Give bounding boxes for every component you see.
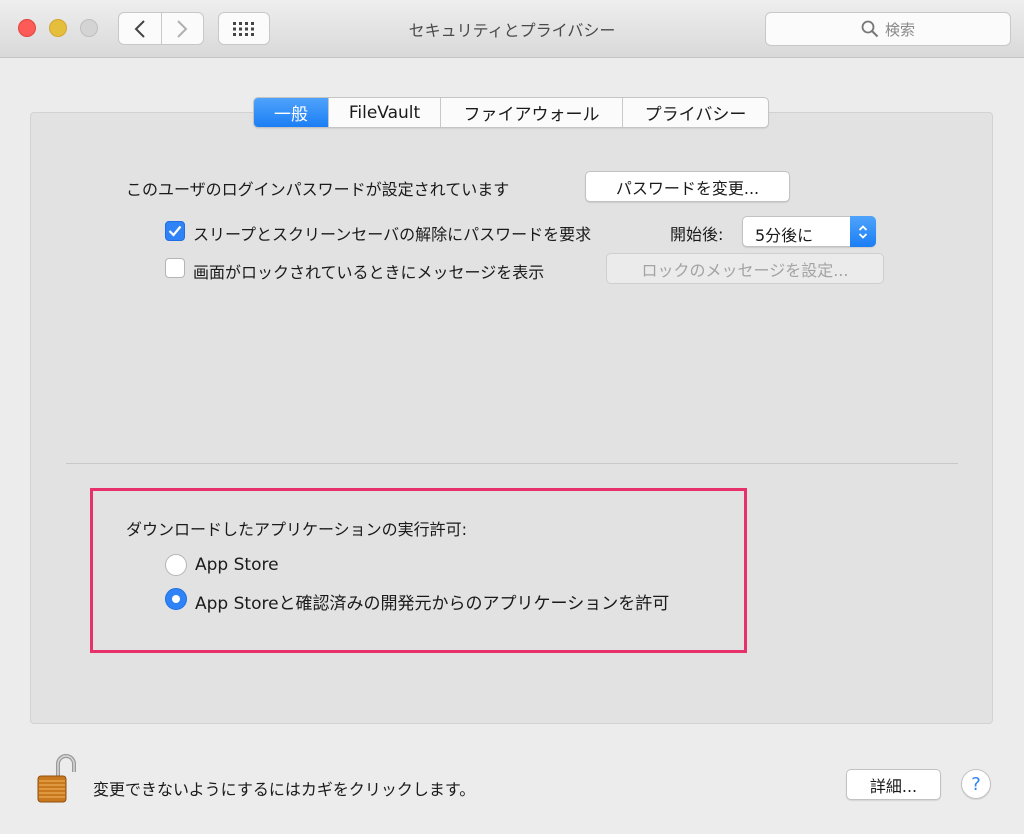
search-icon <box>861 20 879 38</box>
highlight-box <box>90 488 747 653</box>
close-button[interactable] <box>18 19 36 37</box>
tab-privacy[interactable]: プライバシー <box>622 98 768 127</box>
section-divider <box>66 463 958 464</box>
password-delay-select[interactable]: 5分後に <box>742 216 876 247</box>
title-bar: セキュリティとプライバシー 検索 <box>0 0 1024 58</box>
chevron-right-icon <box>177 19 188 38</box>
change-password-button[interactable]: パスワードを変更... <box>585 171 790 202</box>
advanced-button[interactable]: 詳細... <box>846 769 941 800</box>
search-placeholder: 検索 <box>884 20 915 39</box>
tab-general[interactable]: 一般 <box>254 98 328 127</box>
radio-dot <box>172 595 180 603</box>
lock-icon[interactable] <box>36 752 76 804</box>
grid-icon <box>233 21 254 36</box>
set-lock-message-button[interactable]: ロックのメッセージを設定... <box>606 253 884 284</box>
show-message-checkbox[interactable] <box>165 258 185 278</box>
back-button[interactable] <box>119 13 161 44</box>
nav-button-group <box>118 12 204 45</box>
tab-filevault[interactable]: FileVault <box>328 98 440 127</box>
help-icon: ? <box>971 773 981 795</box>
start-after-label: 開始後: <box>670 225 724 244</box>
checkmark-icon <box>168 225 182 237</box>
search-field[interactable]: 検索 <box>765 12 1011 46</box>
window-title: セキュリティとプライバシー <box>408 21 616 40</box>
downloads-heading: ダウンロードしたアプリケーションの実行許可: <box>126 520 468 539</box>
require-password-label: スリープとスクリーンセーバの解除にパスワードを要求 <box>193 225 592 244</box>
help-button[interactable]: ? <box>961 769 991 799</box>
zoom-button[interactable] <box>80 19 98 37</box>
radio-identified-developers[interactable] <box>165 588 187 610</box>
password-delay-value: 5分後に <box>755 226 814 245</box>
show-all-button[interactable] <box>218 12 270 45</box>
minimize-button[interactable] <box>49 19 67 37</box>
radio-app-store-label: App Store <box>195 555 279 575</box>
login-password-text: このユーザのログインパスワードが設定されています <box>126 180 510 199</box>
tab-bar: 一般 FileVault ファイアウォール プライバシー <box>253 97 769 128</box>
forward-button[interactable] <box>160 13 203 44</box>
tab-firewall[interactable]: ファイアウォール <box>440 98 622 127</box>
radio-identified-developers-label: App Storeと確認済みの開発元からのアプリケーションを許可 <box>195 594 670 614</box>
chevron-left-icon <box>134 19 145 38</box>
show-message-label: 画面がロックされているときにメッセージを表示 <box>193 263 545 282</box>
require-password-checkbox[interactable] <box>165 221 185 241</box>
preferences-window: セキュリティとプライバシー 検索 一般 FileVault ファイアウォール プ… <box>0 0 1024 834</box>
select-arrows-icon <box>850 216 876 247</box>
lock-text: 変更できないようにするにはカギをクリックします。 <box>93 780 476 799</box>
radio-app-store[interactable] <box>165 554 187 576</box>
